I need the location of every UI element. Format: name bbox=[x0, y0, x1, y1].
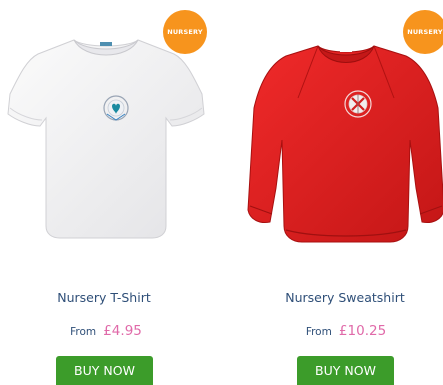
price-line: From £4.95 bbox=[56, 320, 156, 339]
sweatshirt-image[interactable] bbox=[246, 38, 443, 246]
sweatshirt-label bbox=[340, 48, 352, 52]
price-prefix: From bbox=[305, 326, 332, 338]
price-value: £4.95 bbox=[103, 323, 142, 339]
buy-now-button[interactable]: BUY NOW bbox=[56, 356, 153, 385]
tshirt-image[interactable] bbox=[6, 30, 206, 242]
nursery-badge: NURSERY bbox=[163, 10, 207, 54]
nursery-badge: NURSERY bbox=[403, 10, 443, 54]
price-prefix: From bbox=[70, 326, 97, 338]
buy-now-button[interactable]: BUY NOW bbox=[297, 356, 394, 385]
sweatshirt-body bbox=[247, 45, 443, 243]
price-line: From £10.25 bbox=[296, 320, 396, 339]
product-card-sweatshirt: NURSERY Nursery Sweatshirt From £10.25 B… bbox=[232, 0, 443, 385]
product-name-tshirt[interactable]: Nursery T-Shirt bbox=[50, 290, 158, 305]
product-name-sweatshirt[interactable]: Nursery Sweatshirt bbox=[278, 290, 412, 305]
school-crest-icon bbox=[344, 90, 372, 118]
tshirt-label bbox=[100, 42, 112, 46]
product-card-tshirt: NURSERY Nursery T-Shirt From £4.95 BUY N… bbox=[0, 0, 220, 385]
tshirt-body bbox=[7, 39, 205, 239]
product-grid: NURSERY Nursery T-Shirt From £4.95 BUY N… bbox=[0, 0, 443, 385]
price-value: £10.25 bbox=[338, 323, 387, 339]
